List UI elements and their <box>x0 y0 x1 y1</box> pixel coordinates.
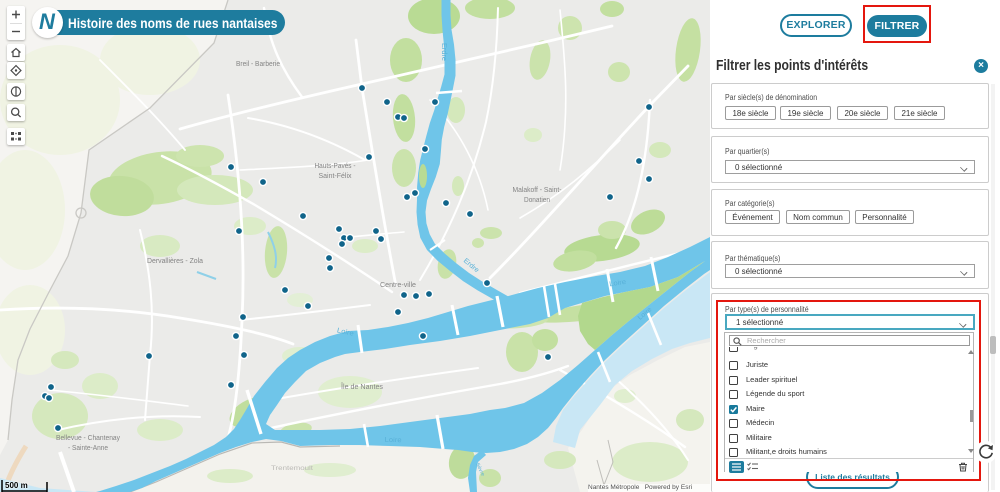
svg-text:Dervallières - Zola: Dervallières - Zola <box>147 258 203 265</box>
svg-text:Île de Nantes: Île de Nantes <box>340 382 384 391</box>
svg-text:Erdre: Erdre <box>440 43 447 61</box>
svg-text:Malakoff - Saint-: Malakoff - Saint- <box>513 187 563 194</box>
svg-text:Trentemoult: Trentemoult <box>271 465 313 472</box>
svg-text:Donatien: Donatien <box>524 197 550 204</box>
svg-text:Centre-ville: Centre-ville <box>380 282 416 289</box>
svg-text:Bellevue - Chantenay: Bellevue - Chantenay <box>56 435 120 442</box>
svg-text:Hauts-Pavés -: Hauts-Pavés - <box>315 163 357 170</box>
svg-text:Saint-Félix: Saint-Félix <box>319 173 352 180</box>
svg-text:- Sainte-Anne: - Sainte-Anne <box>68 445 108 452</box>
svg-text:Breil - Barberie: Breil - Barberie <box>236 61 280 68</box>
svg-text:Loire: Loire <box>384 437 401 445</box>
